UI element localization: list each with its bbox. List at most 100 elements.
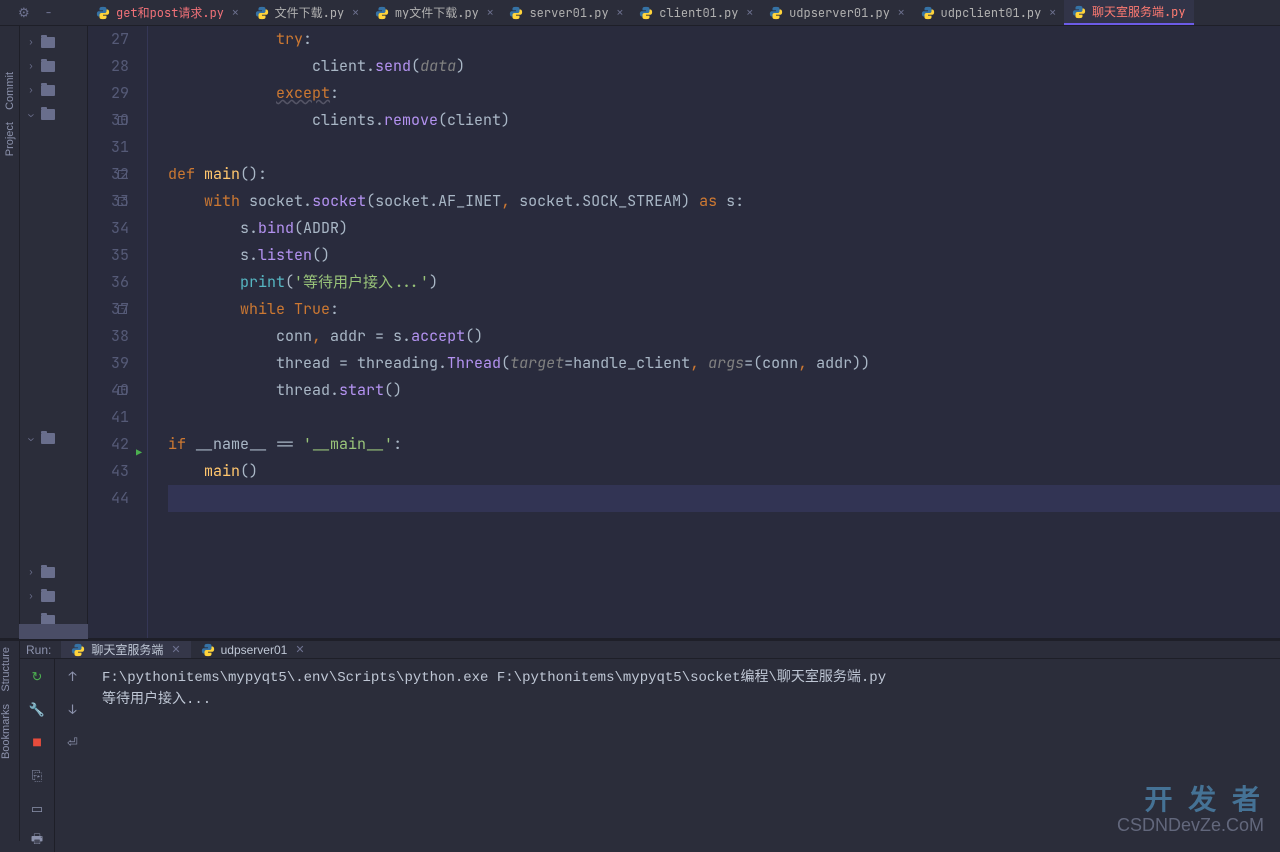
editor[interactable]: 27 28 29 30- 31 32- 33- 34 35 36 37- 38 … <box>88 26 1280 638</box>
line-number: 28 <box>88 53 129 80</box>
stop-button[interactable]: ■ <box>26 731 48 753</box>
close-icon[interactable]: ✕ <box>898 6 905 20</box>
folder-icon <box>41 37 55 48</box>
tree-item[interactable]: ⌄ <box>20 102 87 126</box>
line-number: 34 <box>88 215 129 242</box>
panel-bookmarks[interactable]: Bookmarks <box>0 698 12 765</box>
tree-item[interactable]: › <box>20 78 87 102</box>
fold-marker-icon[interactable]: - <box>118 116 127 125</box>
tab-label: udpclient01.py <box>941 5 1042 21</box>
rerun-button[interactable]: ↻ <box>26 665 48 687</box>
run-tab-udpserver[interactable]: udpserver01 ✕ <box>191 641 315 658</box>
output-line: 等待用户接入... <box>102 689 1268 711</box>
close-icon[interactable]: ✕ <box>171 643 180 656</box>
line-number: 32- <box>88 161 129 188</box>
line-number: 38 <box>88 323 129 350</box>
tab-server01[interactable]: server01.py ✕ <box>501 0 631 25</box>
python-icon <box>921 6 935 20</box>
tab-udpclient01[interactable]: udpclient01.py ✕ <box>913 0 1064 25</box>
tab-label: 文件下载.py <box>275 4 345 21</box>
run-tab-chatroom[interactable]: 聊天室服务端 ✕ <box>61 641 190 658</box>
line-number: 36 <box>88 269 129 296</box>
settings-button[interactable]: 🔧 <box>26 698 48 720</box>
close-icon[interactable]: ✕ <box>746 6 753 20</box>
close-icon[interactable]: ✕ <box>352 6 359 20</box>
output-line: F:\pythonitems\mypyqt5\.env\Scripts\pyth… <box>102 667 1268 689</box>
print-button[interactable]: 🖶 <box>26 830 48 852</box>
left-tool-stripe-bottom: Structure Bookmarks <box>0 641 20 841</box>
line-number: 42▶ <box>88 431 129 458</box>
run-subtoolbar: ↑ ↓ ⏎ <box>55 659 90 852</box>
soft-wrap-button[interactable]: ⏎ <box>62 731 84 753</box>
chevron-right-icon: › <box>26 36 36 48</box>
line-number: 43 <box>88 458 129 485</box>
tree-scrollbar-thumb[interactable] <box>19 624 88 639</box>
tab-file-download[interactable]: 文件下载.py ✕ <box>247 0 367 25</box>
tree-item[interactable]: › <box>20 560 87 584</box>
fold-marker-icon[interactable]: - <box>118 197 127 206</box>
tab-label: udpserver01.py <box>789 5 890 21</box>
line-number: 41 <box>88 404 129 431</box>
tab-udpserver01[interactable]: udpserver01.py ✕ <box>761 0 912 25</box>
line-number: 39 <box>88 350 129 377</box>
line-number: 35 <box>88 242 129 269</box>
python-icon <box>1072 5 1086 19</box>
panel-structure[interactable]: Structure <box>0 641 12 698</box>
close-icon[interactable]: ✕ <box>232 6 239 20</box>
line-number: 31 <box>88 134 129 161</box>
up-arrow-icon[interactable]: ↑ <box>62 665 84 687</box>
minimize-icon[interactable]: − <box>45 4 53 21</box>
tab-label: my文件下载.py <box>395 4 479 21</box>
tab-client01[interactable]: client01.py ✕ <box>631 0 761 25</box>
tab-get-post[interactable]: get和post请求.py ✕ <box>88 0 247 25</box>
close-icon[interactable]: ✕ <box>487 6 494 20</box>
code-area[interactable]: try: client.send(data) except: clients.r… <box>148 26 1280 638</box>
titlebar-tabs-row: ⚙ − get和post请求.py ✕ 文件下载.py ✕ my文件下载.py … <box>0 0 1280 26</box>
panel-commit[interactable]: Commit <box>4 66 16 116</box>
panel-project[interactable]: Project <box>4 116 16 162</box>
folder-icon <box>41 85 55 96</box>
run-toolbar: ↻ 🔧 ■ ⎘ ▭ 🖶 <box>20 659 55 852</box>
chevron-right-icon: › <box>26 84 36 96</box>
layout-button[interactable]: ▭ <box>26 797 48 819</box>
python-icon <box>201 643 215 657</box>
line-number: 27 <box>88 26 129 53</box>
python-icon <box>769 6 783 20</box>
line-number: 29 <box>88 80 129 107</box>
top-left-actions: ⚙ − <box>0 0 88 25</box>
run-output[interactable]: F:\pythonitems\mypyqt5\.env\Scripts\pyth… <box>90 659 1280 852</box>
close-icon[interactable]: ✕ <box>617 6 624 20</box>
folder-icon <box>41 61 55 72</box>
line-number: 37- <box>88 296 129 323</box>
exit-button[interactable]: ⎘ <box>26 764 48 786</box>
tree-item[interactable]: › <box>20 584 87 608</box>
gutter: 27 28 29 30- 31 32- 33- 34 35 36 37- 38 … <box>88 26 148 638</box>
folder-icon <box>41 433 55 444</box>
left-tool-stripe: Commit Project <box>0 26 20 638</box>
python-icon <box>96 6 110 20</box>
run-gutter-icon[interactable]: ▶ <box>136 439 142 466</box>
fold-marker-icon[interactable]: - <box>118 170 127 179</box>
tree-item[interactable]: › <box>20 54 87 78</box>
fold-marker-icon[interactable]: - <box>118 386 127 395</box>
line-number: 30- <box>88 107 129 134</box>
run-tab-label: 聊天室服务端 <box>91 641 163 658</box>
editor-tabs: get和post请求.py ✕ 文件下载.py ✕ my文件下载.py ✕ se… <box>88 0 1280 25</box>
watermark-text: 开 发 者 <box>1144 778 1264 818</box>
gear-icon[interactable]: ⚙ <box>18 4 30 21</box>
tree-item[interactable]: ⌄ <box>20 426 87 450</box>
down-arrow-icon[interactable]: ↓ <box>62 698 84 720</box>
tree-item[interactable]: › <box>20 30 87 54</box>
run-tab-label: udpserver01 <box>221 643 288 657</box>
project-tree[interactable]: › › › ⌄ ⌄ › › <box>20 26 88 638</box>
tab-chatroom-server[interactable]: 聊天室服务端.py <box>1064 0 1194 25</box>
tab-label: 聊天室服务端.py <box>1092 3 1186 20</box>
fold-marker-icon[interactable]: - <box>118 305 127 314</box>
tab-label: get和post请求.py <box>116 4 224 21</box>
line-number: 33- <box>88 188 129 215</box>
tab-my-file-download[interactable]: my文件下载.py ✕ <box>367 0 502 25</box>
close-icon[interactable]: ✕ <box>1049 6 1056 20</box>
chevron-right-icon: › <box>26 60 36 72</box>
watermark-sub: CSDNDevZe.CoM <box>1117 815 1264 836</box>
close-icon[interactable]: ✕ <box>295 643 304 656</box>
